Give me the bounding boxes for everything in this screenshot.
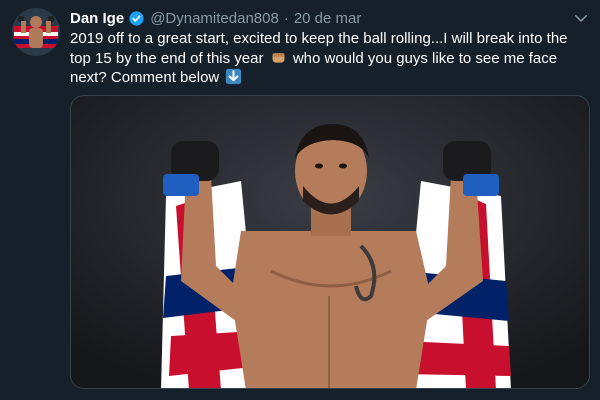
tweet-text: 2019 off to a great start, excited to ke…	[70, 29, 582, 88]
author-avatar[interactable]	[12, 8, 60, 56]
down-arrow-emoji-icon	[226, 68, 242, 85]
fist-emoji-icon	[272, 52, 285, 63]
tweet-header: Dan Ige @Dynamitedan808 · 20 de mar	[70, 8, 590, 28]
author-name[interactable]: Dan Ige	[70, 10, 124, 27]
tweet-media[interactable]	[70, 95, 590, 389]
author-handle[interactable]: @Dynamitedan808	[150, 10, 279, 27]
fighter-photo	[71, 96, 589, 388]
separator-dot: ·	[283, 9, 289, 27]
tweet-date[interactable]: 20 de mar	[294, 10, 362, 27]
avatar-image	[12, 8, 60, 56]
tweet[interactable]: Dan Ige @Dynamitedan808 · 20 de mar 2019…	[0, 0, 600, 400]
verified-badge-icon	[129, 10, 144, 26]
chevron-down-icon[interactable]	[572, 9, 590, 27]
